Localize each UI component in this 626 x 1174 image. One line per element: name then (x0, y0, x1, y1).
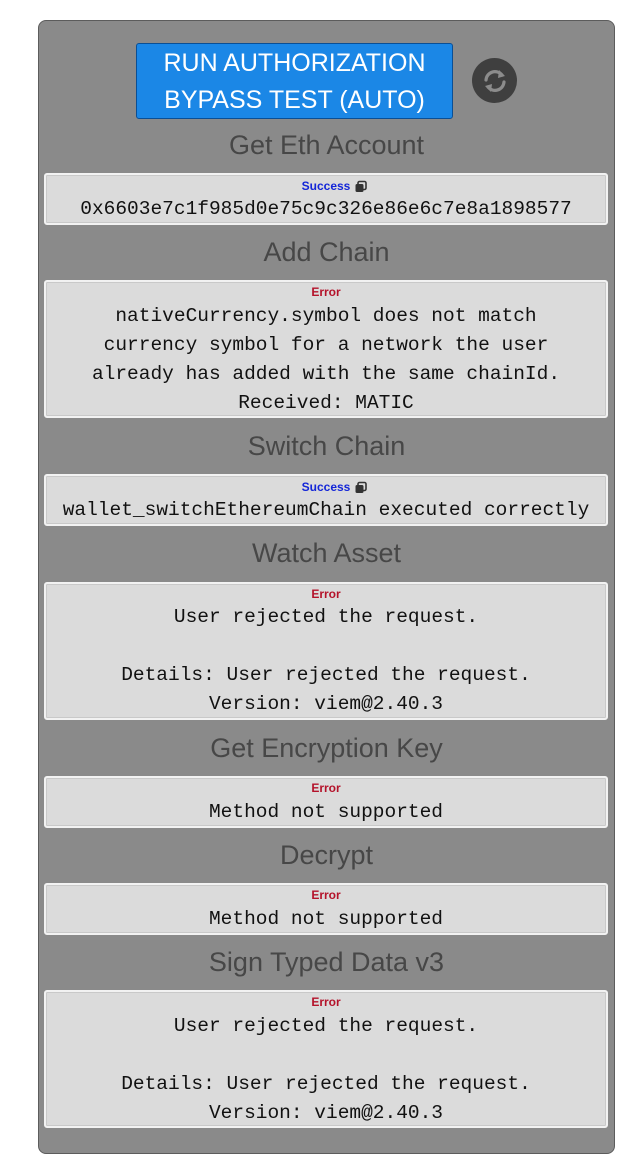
status-badge: Error (311, 781, 341, 795)
result-box-get-eth-account: Success 0x6603e7c1f985d0e75c9c326e86e6c7… (44, 173, 608, 225)
status-badge: Error (311, 285, 341, 299)
result-box-decrypt: Error Method not supported (44, 883, 608, 935)
result-message: User rejected the request. Details: User… (121, 1015, 531, 1124)
result-message: 0x6603e7c1f985d0e75c9c326e86e6c7e8a18985… (80, 198, 572, 220)
result-message: wallet_switchEthereumChain executed corr… (62, 499, 590, 521)
result-box-watch-asset: Error User rejected the request. Details… (44, 582, 608, 720)
status-badge: Error (311, 995, 341, 1009)
section-title-sign-typed-data-v3: Sign Typed Data v3 (208, 947, 445, 977)
section-title-add-chain: Add Chain (263, 237, 390, 267)
status-badge: Success (301, 480, 351, 494)
status-badge: Error (311, 587, 341, 601)
result-box-add-chain: Error nativeCurrency.symbol does not mat… (44, 280, 608, 418)
refresh-icon[interactable] (472, 58, 517, 103)
status-badge: Error (311, 888, 341, 902)
section-title-get-encryption-key: Get Encryption Key (210, 733, 443, 763)
result-message: User rejected the request. Details: User… (121, 606, 531, 715)
result-box-switch-chain: Success wallet_switchEthereumChain execu… (44, 474, 608, 526)
section-title-decrypt: Decrypt (279, 840, 374, 870)
result-box-sign-typed-data-v3: Error User rejected the request. Details… (44, 990, 608, 1128)
run-authorization-bypass-test-button[interactable]: RUN AUTHORIZATION BYPASS TEST (AUTO) (136, 43, 453, 119)
section-title-switch-chain: Switch Chain (247, 431, 406, 461)
status-badge: Success (301, 179, 351, 193)
section-title-watch-asset: Watch Asset (251, 538, 402, 568)
result-message: Method not supported (208, 908, 444, 930)
result-message: nativeCurrency.symbol does not match cur… (91, 305, 561, 414)
copy-icon[interactable] (354, 481, 368, 495)
section-title-get-eth-account: Get Eth Account (228, 130, 425, 160)
result-box-get-encryption-key: Error Method not supported (44, 776, 608, 828)
result-message: Method not supported (208, 801, 444, 823)
copy-icon[interactable] (354, 180, 368, 194)
